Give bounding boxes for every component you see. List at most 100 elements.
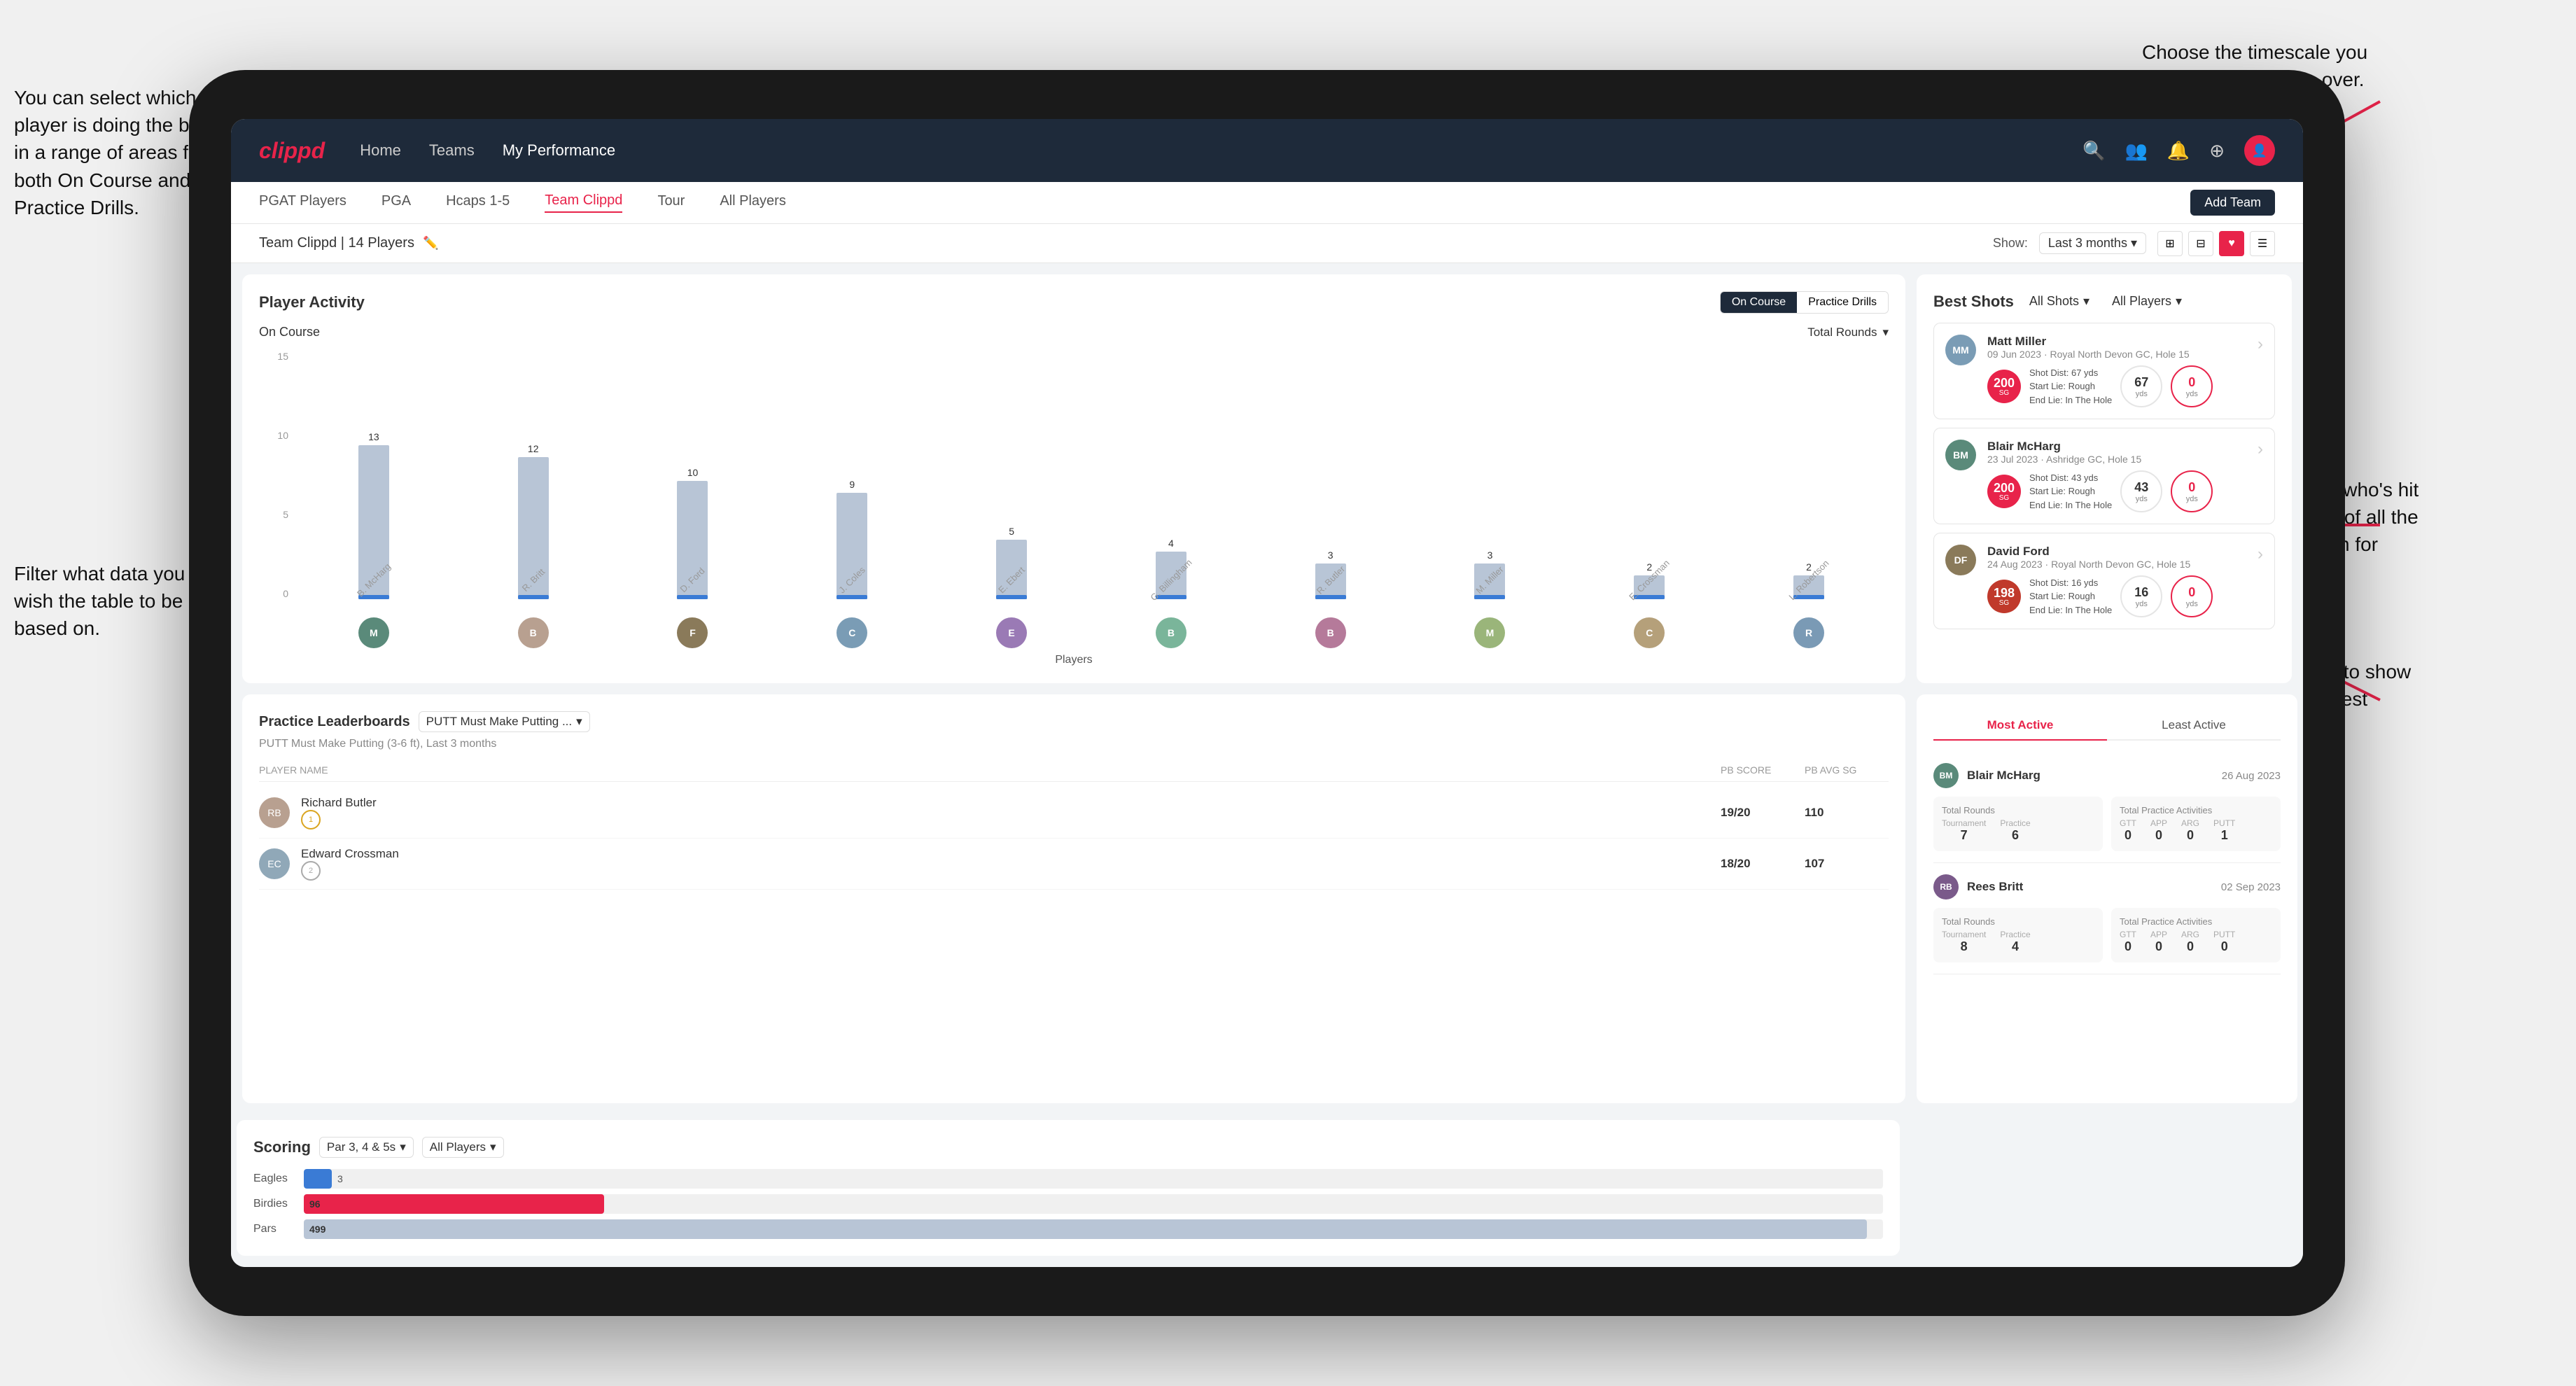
tab-pga[interactable]: PGA	[382, 193, 411, 212]
bar-avatar-7: M	[1474, 617, 1505, 648]
rank-silver-icon: 2	[301, 861, 321, 881]
bell-icon[interactable]: 🔔	[2167, 140, 2190, 162]
bar-avatar-0: M	[358, 617, 389, 648]
toggle-buttons: On Course Practice Drills	[1720, 291, 1889, 314]
total-rounds-blair: Total Rounds Tournament 7 Practice 6	[1933, 797, 2103, 851]
view-icons: ⊞ ⊟ ♥ ☰	[2157, 231, 2275, 256]
bar-chart-container: 0 5 10 15 13B. McHargM12R. BrittB10D. Fo…	[259, 351, 1889, 666]
total-rounds-dropdown[interactable]: Total Rounds ▾	[1807, 326, 1889, 340]
pa-header-blair: BM Blair McHarg 26 Aug 2023	[1933, 763, 2281, 788]
shot-info-matt-miller: Matt Miller 09 Jun 2023 · Royal North De…	[1987, 335, 2246, 407]
birdies-bar-val: 96	[309, 1198, 321, 1210]
name-richard-butler: Richard Butler	[301, 796, 377, 810]
grid4-view-icon[interactable]: ⊞	[2157, 231, 2183, 256]
tab-hcaps[interactable]: Hcaps 1-5	[446, 193, 510, 212]
avatar[interactable]: 👤	[2244, 135, 2275, 166]
avatar-edward-crossman: EC	[259, 848, 290, 879]
shot-info-david-ford: David Ford 24 Aug 2023 · Royal North Dev…	[1987, 545, 2246, 617]
all-players-scoring-label: All Players	[430, 1140, 486, 1154]
x-axis-title: Players	[259, 654, 1889, 666]
activity-tabs: Most Active Least Active	[1933, 711, 2281, 741]
nav-icons: 🔍 👥 🔔 ⊕ 👤	[2082, 135, 2275, 166]
tab-most-active[interactable]: Most Active	[1933, 711, 2107, 741]
total-rounds-label: Total Rounds	[1807, 326, 1877, 340]
practice-drills-toggle[interactable]: Practice Drills	[1797, 292, 1888, 313]
grid2-view-icon[interactable]: ⊟	[2188, 231, 2213, 256]
practice-blair: Practice 6	[2000, 818, 2030, 843]
score-row-birdies: Birdies 96	[253, 1194, 1883, 1214]
rounds-values-blair: Tournament 7 Practice 6	[1942, 818, 2094, 843]
add-team-button[interactable]: Add Team	[2190, 190, 2275, 216]
search-icon[interactable]: 🔍	[2082, 140, 2105, 162]
practice-values-blair: GTT 0 APP 0 ARG 0	[2120, 818, 2272, 843]
bar-value-3: 9	[849, 479, 855, 490]
drill-dropdown[interactable]: PUTT Must Make Putting ... ▾	[419, 711, 590, 732]
tab-tour[interactable]: Tour	[657, 193, 685, 212]
shot-details-matt-miller: 200 SG Shot Dist: 67 ydsStart Lie: Rough…	[1987, 365, 2246, 407]
bar-value-2: 10	[687, 467, 699, 478]
drill-chevron-icon: ▾	[576, 715, 582, 729]
all-players-chevron-icon: ▾	[2176, 294, 2182, 309]
edit-icon[interactable]: ✏️	[423, 236, 438, 251]
all-players-scoring-dropdown[interactable]: All Players ▾	[422, 1137, 504, 1158]
nav-teams[interactable]: Teams	[429, 141, 475, 160]
best-shots-panel: Best Shots All Shots ▾ All Players ▾ MM	[1917, 274, 2292, 683]
player-row-info-2: EC Edward Crossman 2	[259, 847, 1721, 881]
practice-activities-label-blair: Total Practice Activities	[2120, 805, 2272, 816]
all-shots-dropdown[interactable]: All Shots ▾	[2022, 291, 2096, 312]
scoring-title: Scoring	[253, 1138, 311, 1156]
avatar-matt-miller: MM	[1945, 335, 1976, 365]
tab-team-clippd[interactable]: Team Clippd	[545, 192, 622, 213]
top-nav: clippd Home Teams My Performance 🔍 👥 🔔 ⊕…	[231, 119, 2303, 182]
player-name-david-ford: David Ford	[1987, 545, 2050, 559]
pa-stats-blair: Total Rounds Tournament 7 Practice 6	[1933, 797, 2281, 851]
chevron-right-icon-david[interactable]: ›	[2258, 545, 2263, 564]
tab-least-active[interactable]: Least Active	[2107, 711, 2281, 741]
users-icon[interactable]: 👥	[2124, 140, 2147, 162]
chevron-right-icon-blair[interactable]: ›	[2258, 440, 2263, 459]
practice-activities-rees: Total Practice Activities GTT 0 APP 0	[2111, 908, 2281, 962]
bar-group-7: 3M. MillerM	[1410, 550, 1570, 599]
bar-group-1: 12R. BrittB	[454, 443, 613, 599]
plus-circle-icon[interactable]: ⊕	[2209, 140, 2225, 162]
bar-avatar-8: C	[1634, 617, 1665, 648]
practice-panel: Practice Leaderboards PUTT Must Make Put…	[242, 694, 1905, 1103]
team-title: Team Clippd | 14 Players	[259, 235, 414, 251]
bar-group-9: 2L. RobertsonR	[1729, 561, 1889, 599]
table-header: PLAYER NAME PB SCORE PB AVG SG	[259, 759, 1889, 782]
list-view-icon[interactable]: ☰	[2250, 231, 2275, 256]
bar-avatar-4: E	[996, 617, 1027, 648]
y-label-10: 10	[277, 430, 288, 441]
stat-zero-matt-miller: 0 yds	[2171, 365, 2213, 407]
practice-rees: Practice 4	[2000, 930, 2030, 954]
bar-value-5: 4	[1168, 538, 1174, 549]
tab-all-players[interactable]: All Players	[720, 193, 785, 212]
par-filter-dropdown[interactable]: Par 3, 4 & 5s ▾	[319, 1137, 414, 1158]
heart-view-icon[interactable]: ♥	[2219, 231, 2244, 256]
most-active-panel: Most Active Least Active BM Blair McHarg…	[1917, 694, 2297, 1103]
practice-activities-label-rees: Total Practice Activities	[2120, 916, 2272, 927]
all-players-dropdown[interactable]: All Players ▾	[2105, 291, 2189, 312]
y-label-0: 0	[283, 588, 288, 599]
tab-pgat[interactable]: PGAT Players	[259, 193, 346, 212]
total-rounds-label-blair: Total Rounds	[1942, 805, 2094, 816]
practice-activities-blair: Total Practice Activities GTT 0 APP 0	[2111, 797, 2281, 851]
dropdown-chevron-icon: ▾	[1882, 326, 1889, 340]
leaderboard-row-2: EC Edward Crossman 2 18/20 107	[259, 839, 1889, 890]
nav-home[interactable]: Home	[360, 141, 401, 160]
shot-stats-david-ford: 16 yds 0 yds	[2120, 575, 2213, 617]
pa-name-rees: Rees Britt	[1967, 880, 2023, 894]
show-dropdown[interactable]: Last 3 months ▾	[2039, 232, 2146, 254]
bar-avatar-1: B	[518, 617, 549, 648]
chevron-right-icon[interactable]: ›	[2258, 335, 2263, 354]
practice-sub-title: PUTT Must Make Putting (3-6 ft), Last 3 …	[259, 738, 1889, 750]
on-course-toggle[interactable]: On Course	[1721, 292, 1797, 313]
bar-value-7: 3	[1488, 550, 1493, 561]
nav-myperformance[interactable]: My Performance	[503, 141, 615, 160]
shot-meta-matt-miller: 09 Jun 2023 · Royal North Devon GC, Hole…	[1987, 349, 2246, 360]
logo: clippd	[259, 138, 325, 164]
nav-items: Home Teams My Performance	[360, 141, 2047, 160]
player-name-row-blair: Blair McHarg	[1987, 440, 2246, 454]
player-name-richard-butler: Richard Butler 1	[301, 796, 377, 830]
score-edward-crossman: 18/20	[1721, 857, 1805, 871]
